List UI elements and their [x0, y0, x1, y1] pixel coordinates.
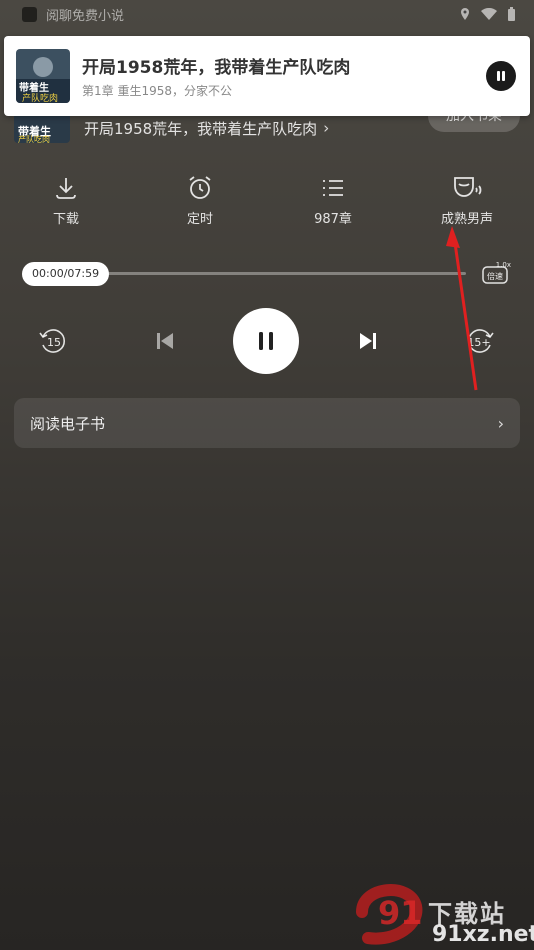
- download-label: 下载: [52, 212, 79, 227]
- watermark-logo: 91: [356, 884, 423, 945]
- watermark-site: 91xz.net: [432, 922, 534, 947]
- timer-label: 定时: [186, 212, 213, 227]
- read-ebook-label: 阅读电子书: [30, 414, 106, 433]
- previous-button[interactable]: [152, 328, 178, 354]
- read-ebook-button[interactable]: 阅读电子书 ›: [14, 398, 520, 448]
- play-pause-button[interactable]: [233, 308, 299, 374]
- download-button[interactable]: 下载: [26, 172, 106, 227]
- chapters-button[interactable]: 987章: [293, 172, 373, 227]
- svg-text:91: 91: [378, 894, 423, 932]
- watermark: 91 下载站 91xz.net: [356, 872, 534, 948]
- media-notification[interactable]: 带着生 产队吃肉 开局1958荒年，我带着生产队吃肉 第1章 重生1958，分家不…: [4, 36, 530, 116]
- rewind-15-icon: 15: [39, 329, 65, 353]
- playback-progress[interactable]: 00:00/07:59 倍速 1.0x: [22, 261, 512, 286]
- timer-button[interactable]: 定时: [160, 172, 240, 227]
- pause-icon: [259, 332, 273, 350]
- notification-title: 开局1958荒年，我带着生产队吃肉: [82, 58, 351, 78]
- annotation-arrow: [446, 226, 478, 391]
- skip-previous-icon: [157, 333, 173, 349]
- battery-icon: [508, 6, 515, 21]
- book-title[interactable]: 开局1958荒年，我带着生产队吃肉: [84, 118, 317, 139]
- voice-button[interactable]: 成熟男声: [427, 172, 507, 227]
- svg-text:带着生: 带着生: [19, 81, 49, 94]
- rewind-15-button[interactable]: 15: [36, 324, 70, 358]
- chapters-label: 987章: [314, 212, 352, 227]
- list-icon: [323, 180, 343, 196]
- svg-text:15: 15: [47, 336, 61, 349]
- notification-subtitle: 第1章 重生1958，分家不公: [82, 84, 232, 98]
- download-icon: [56, 178, 76, 199]
- status-app-name: 阅聊免费小说: [46, 8, 125, 24]
- svg-text:产队吃肉: 产队吃肉: [18, 134, 50, 143]
- chevron-right-icon: ›: [497, 413, 504, 433]
- next-button[interactable]: [355, 328, 381, 354]
- notification-cover: 带着生 产队吃肉: [16, 49, 70, 103]
- location-icon: [461, 8, 469, 20]
- skip-next-icon: [360, 333, 376, 349]
- svg-text:产队吃肉: 产队吃肉: [22, 92, 58, 103]
- chevron-right-icon: ›: [323, 119, 330, 137]
- book-cover-small: 带着生 产队吃肉: [14, 113, 70, 143]
- wifi-icon: [481, 8, 497, 20]
- progress-track[interactable]: [82, 272, 466, 275]
- svg-text:1.0x: 1.0x: [496, 261, 511, 269]
- voice-icon: [454, 177, 482, 197]
- status-bar: 阅聊免费小说: [0, 0, 534, 28]
- alarm-clock-icon: [189, 176, 211, 199]
- progress-time-thumb[interactable]: 00:00/07:59: [22, 262, 110, 286]
- pause-icon: [497, 71, 505, 81]
- notification-pause-button[interactable]: [486, 61, 516, 91]
- app-icon: [22, 6, 37, 22]
